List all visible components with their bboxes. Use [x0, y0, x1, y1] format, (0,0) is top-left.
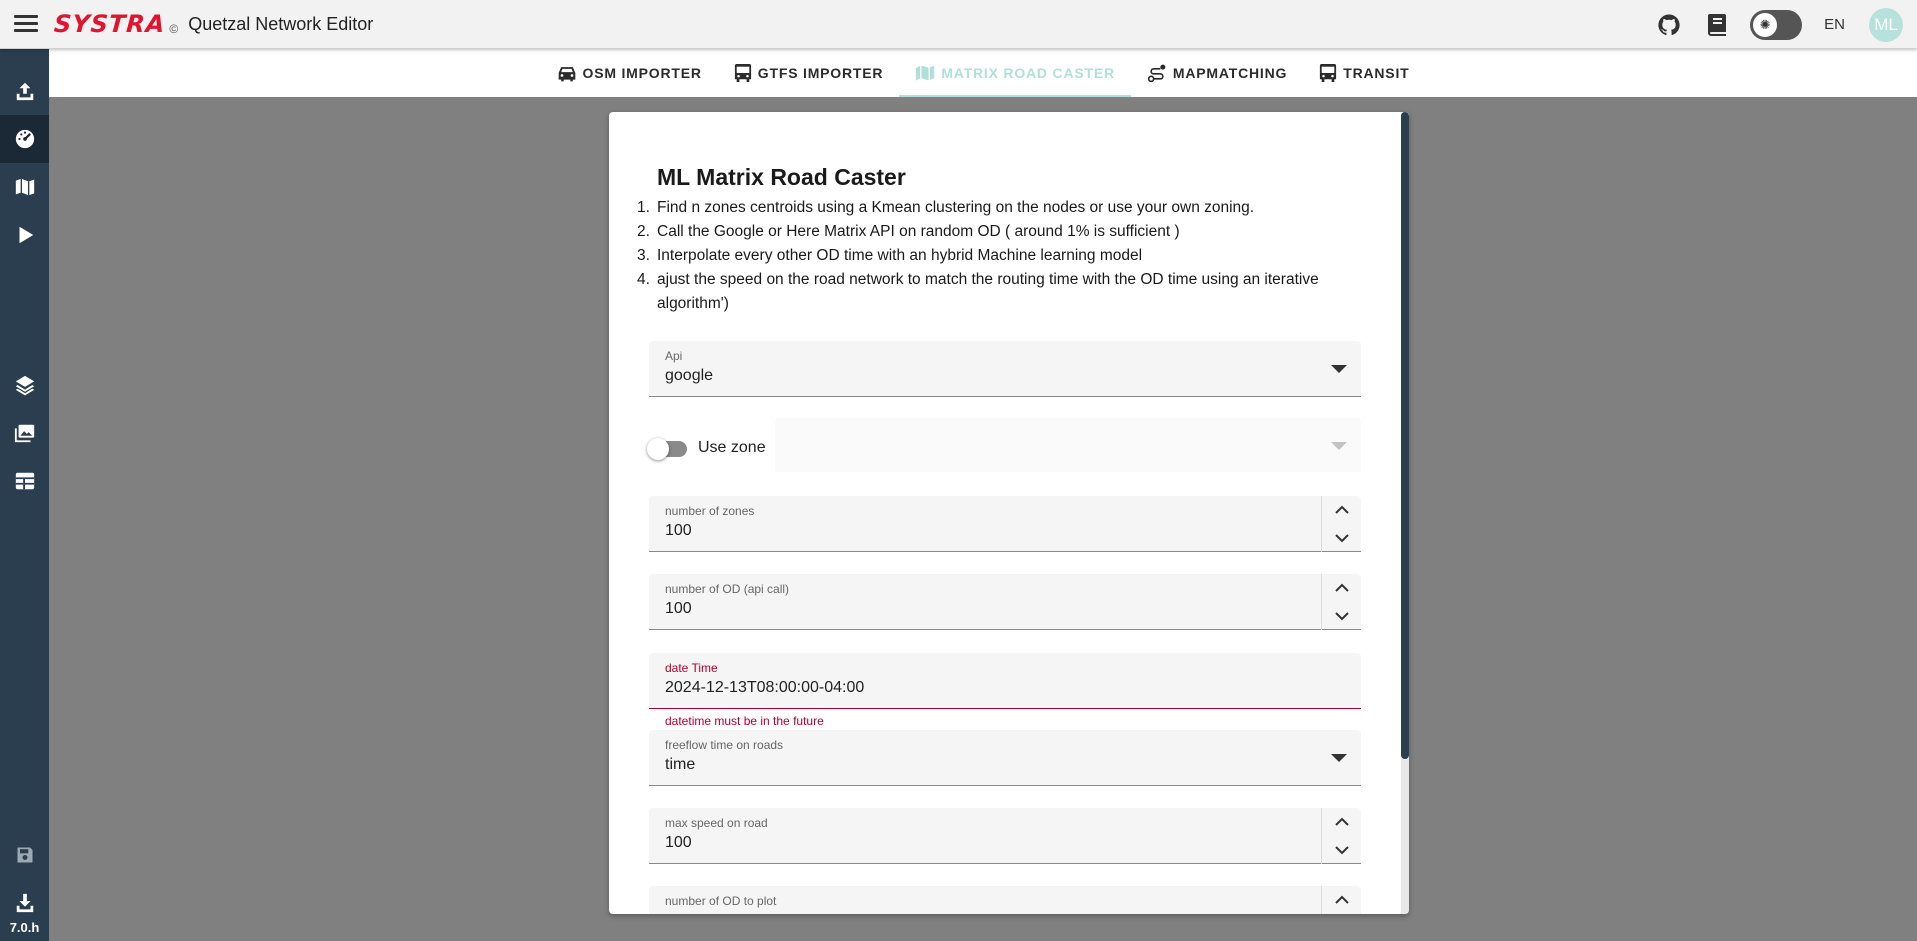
systra-logo: SYSTRA	[53, 10, 167, 38]
date-time-error: datetime must be in the future	[665, 714, 824, 728]
chevron-up-icon[interactable]	[1322, 496, 1362, 524]
app-bar: SYSTRA © Quetzal Network Editor ✺ EN ML	[0, 0, 1917, 49]
chevron-down-icon[interactable]	[1322, 836, 1362, 864]
sidebar-item-map[interactable]	[0, 163, 49, 211]
github-icon[interactable]	[1656, 12, 1682, 38]
tab-transit[interactable]: TRANSIT	[1303, 49, 1425, 97]
number-of-od-field[interactable]: number of OD (api call) 100	[649, 574, 1361, 630]
sidebar-item-layers[interactable]	[0, 361, 49, 409]
language-selector[interactable]: EN	[1824, 16, 1845, 33]
sun-icon: ✺	[1753, 12, 1778, 37]
app-title: Quetzal Network Editor	[188, 13, 374, 34]
tool-tabs: OSM IMPORTER GTFS IMPORTER MATRIX ROAD C…	[49, 49, 1917, 97]
sidebar-item-upload[interactable]	[0, 67, 49, 115]
freeflow-select[interactable]: freeflow time on roads time	[649, 730, 1361, 786]
chevron-down-icon[interactable]	[1322, 524, 1362, 552]
number-of-zones-label: number of zones	[665, 504, 755, 518]
list-item: 3. Interpolate every other OD time with a…	[637, 247, 1143, 264]
caret-down-icon	[1331, 754, 1347, 762]
api-value: google	[665, 367, 714, 384]
chevron-up-icon[interactable]	[1322, 574, 1362, 602]
tab-label: TRANSIT	[1343, 65, 1410, 81]
card-scrollbar[interactable]	[1401, 112, 1409, 914]
bus-icon	[734, 64, 751, 82]
number-of-od-stepper	[1321, 574, 1361, 630]
matrix-road-caster-card: ML Matrix Road Caster 1. Find n zones cen…	[609, 112, 1409, 914]
list-item: 2. Call the Google or Here Matrix API on …	[637, 223, 1180, 240]
max-speed-label: max speed on road	[665, 816, 768, 830]
layers-icon	[15, 375, 34, 396]
upload-icon	[16, 82, 33, 101]
list-item: 1. Find n zones centroids using a Kmean c…	[637, 199, 1255, 216]
tab-matrix-road-caster[interactable]: MATRIX ROAD CASTER	[899, 49, 1131, 97]
tab-label: MATRIX ROAD CASTER	[941, 65, 1115, 81]
caret-down-icon	[1331, 365, 1347, 373]
card-title: ML Matrix Road Caster	[657, 164, 906, 190]
date-time-label: date Time	[665, 661, 718, 675]
chevron-up-icon[interactable]	[1322, 808, 1362, 836]
date-time-value: 2024-12-13T08:00:00-04:00	[665, 679, 865, 696]
sidebar-item-dashboard[interactable]	[0, 115, 49, 163]
chevron-down-icon[interactable]	[1322, 602, 1362, 630]
sidebar-item-run[interactable]	[0, 211, 49, 259]
theme-toggle[interactable]: ✺	[1750, 9, 1803, 40]
download-icon	[16, 893, 33, 913]
route-icon	[1147, 64, 1166, 83]
tab-label: MAPMATCHING	[1172, 65, 1288, 81]
number-of-od-label: number of OD (api call)	[665, 582, 790, 596]
number-of-zones-value: 100	[665, 522, 692, 539]
bus-icon	[1320, 64, 1337, 82]
use-zone-toggle[interactable]	[647, 438, 687, 460]
map-icon	[15, 178, 34, 196]
max-speed-field[interactable]: max speed on road 100	[649, 808, 1361, 864]
tab-mapmatching[interactable]: MAPMATCHING	[1131, 49, 1303, 97]
sidebar-item-save[interactable]	[0, 831, 49, 879]
sidebar-item-table[interactable]	[0, 457, 49, 505]
api-select[interactable]: Api google	[649, 341, 1361, 397]
max-speed-stepper	[1321, 808, 1361, 864]
map-icon	[916, 65, 935, 81]
sidebar: 7.0.h	[0, 49, 49, 941]
sidebar-item-images[interactable]	[0, 409, 49, 457]
list-item: 4. ajust the speed on the road network to…	[637, 271, 1319, 312]
avatar[interactable]: ML	[1869, 7, 1903, 42]
app-version: 7.0.h	[9, 920, 40, 935]
save-icon	[17, 847, 32, 863]
tab-gtfs-importer[interactable]: GTFS IMPORTER	[718, 49, 900, 97]
images-icon	[14, 424, 34, 443]
tab-label: OSM IMPORTER	[582, 65, 702, 81]
number-of-zones-stepper	[1321, 496, 1361, 552]
freeflow-value: time	[665, 756, 696, 773]
od-to-plot-stepper	[1321, 886, 1361, 914]
speedometer-icon	[15, 129, 34, 149]
tab-label: GTFS IMPORTER	[757, 65, 884, 81]
zone-select	[775, 418, 1361, 472]
freeflow-label: freeflow time on roads	[665, 738, 784, 752]
max-speed-value: 100	[665, 834, 692, 851]
api-label: Api	[665, 349, 683, 363]
play-icon	[19, 226, 33, 244]
car-icon	[558, 67, 575, 82]
number-of-od-value: 100	[665, 600, 692, 617]
steps-list: 1. Find n zones centroids using a Kmean c…	[637, 196, 1377, 316]
chevron-up-icon[interactable]	[1322, 886, 1362, 914]
number-of-zones-field[interactable]: number of zones 100	[649, 496, 1361, 552]
od-to-plot-field[interactable]: number of OD to plot	[649, 886, 1361, 914]
scrollbar-thumb[interactable]	[1401, 112, 1409, 759]
tab-osm-importer[interactable]: OSM IMPORTER	[541, 49, 718, 97]
caret-down-icon	[1331, 442, 1347, 450]
date-time-field[interactable]: date Time 2024-12-13T08:00:00-04:00	[649, 653, 1361, 709]
copyright-mark: ©	[169, 22, 179, 36]
book-icon[interactable]	[1704, 12, 1730, 38]
use-zone-label: Use zone	[698, 439, 766, 456]
table-icon	[15, 472, 34, 490]
menu-icon[interactable]	[14, 14, 40, 34]
od-to-plot-label: number of OD to plot	[665, 894, 777, 908]
